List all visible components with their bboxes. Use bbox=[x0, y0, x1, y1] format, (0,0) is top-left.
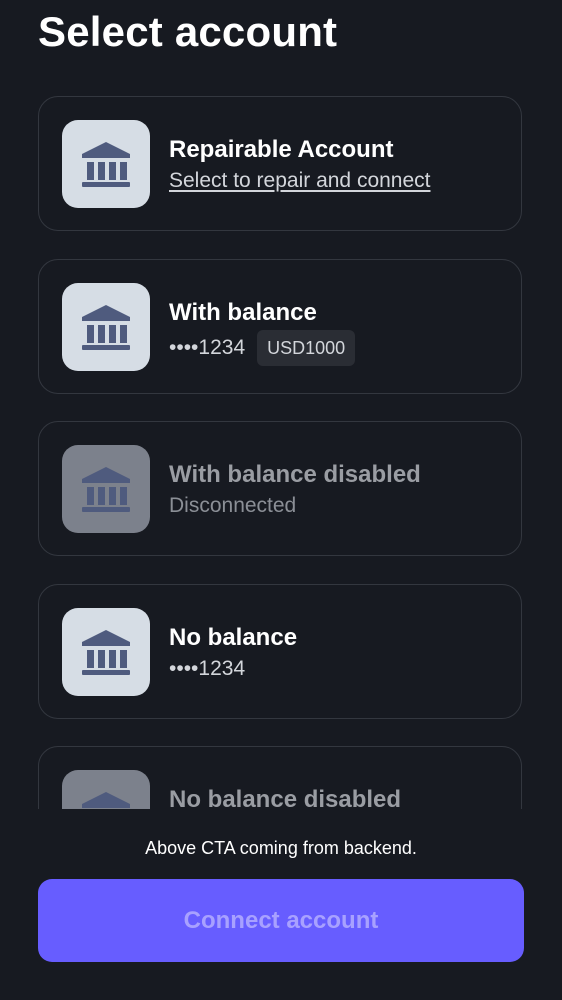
bank-icon bbox=[62, 608, 150, 696]
account-name: No balance bbox=[169, 624, 298, 651]
page-title: Select account bbox=[38, 8, 338, 55]
bank-icon bbox=[62, 445, 150, 533]
account-name: With balance bbox=[169, 299, 317, 326]
bank-icon bbox=[62, 120, 150, 208]
account-name: Repairable Account bbox=[169, 136, 394, 163]
account-list[interactable]: Select account Repairable Account Select… bbox=[0, 0, 562, 809]
account-card-with-balance[interactable]: With balance ••••1234 USD1000 bbox=[38, 259, 522, 394]
account-card-no-balance[interactable]: No balance ••••1234 bbox=[38, 584, 522, 719]
account-mask: ••••1234 bbox=[169, 336, 246, 359]
backend-note: Above CTA coming from backend. bbox=[145, 838, 417, 858]
account-name: No balance disabled bbox=[169, 786, 402, 809]
balance-badge: USD1000 bbox=[257, 330, 356, 366]
account-card-repairable[interactable]: Repairable Account Select to repair and … bbox=[38, 96, 522, 231]
account-card-no-balance-disabled: No balance disabled bbox=[38, 746, 522, 809]
connect-account-button[interactable]: Connect account bbox=[38, 879, 524, 962]
account-card-with-balance-disabled: With balance disabled Disconnected bbox=[38, 421, 522, 556]
account-name: With balance disabled bbox=[169, 461, 421, 488]
bank-icon bbox=[62, 770, 150, 809]
account-mask: ••••1234 bbox=[169, 657, 246, 680]
select-account-screen: Select account Repairable Account Select… bbox=[0, 0, 562, 1000]
account-details: ••••1234 USD1000 bbox=[169, 330, 505, 366]
bank-icon bbox=[62, 283, 150, 371]
repair-link[interactable]: Select to repair and connect bbox=[169, 167, 505, 195]
account-status: Disconnected bbox=[169, 494, 297, 517]
